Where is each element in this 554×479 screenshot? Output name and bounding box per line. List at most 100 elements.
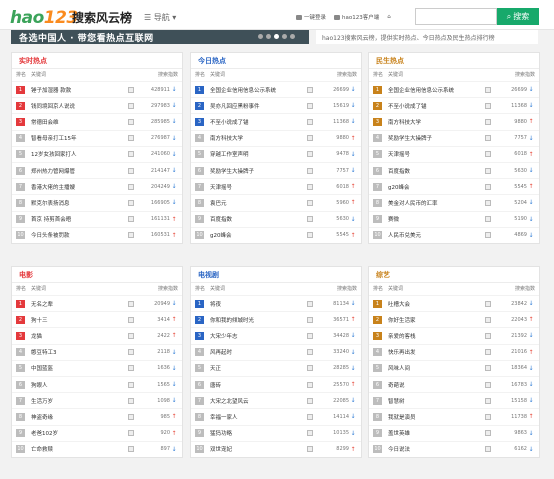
keyword-link[interactable]: 猛犸功略 — [210, 429, 307, 437]
detail-icon[interactable] — [128, 151, 134, 158]
keyword-link[interactable]: 龙猫 — [31, 332, 128, 340]
detail-icon[interactable] — [485, 102, 491, 109]
detail-icon[interactable] — [485, 86, 491, 93]
detail-icon[interactable] — [128, 199, 134, 206]
table-row[interactable]: 2 狗十三 3414 ↑ — [12, 311, 182, 327]
detail-icon[interactable] — [307, 446, 313, 453]
table-row[interactable]: 7 智慧树 15158 ↓ — [369, 392, 539, 408]
keyword-link[interactable]: 风味人间 — [388, 364, 485, 372]
keyword-link[interactable]: 盖世英雄 — [388, 429, 485, 437]
table-row[interactable]: 3 亲爱的客栈 21392 ↓ — [369, 327, 539, 343]
keyword-link[interactable]: 我就是演员 — [388, 413, 485, 421]
keyword-link[interactable]: 不至小说成了锚 — [388, 102, 485, 110]
keyword-link[interactable]: 将夜 — [210, 300, 307, 308]
keyword-link[interactable]: g20峰会 — [388, 183, 485, 191]
table-row[interactable]: 2 你好生活家 22043 ↑ — [369, 311, 539, 327]
table-row[interactable]: 6 狗眼人 1565 ↓ — [12, 375, 182, 392]
keyword-link[interactable]: 奖励学生大操牌子 — [210, 167, 307, 175]
detail-icon[interactable] — [485, 430, 491, 437]
keyword-link[interactable]: 风再起时 — [210, 348, 307, 356]
keyword-link[interactable]: 百度指数 — [388, 167, 485, 175]
keyword-link[interactable]: 老爸102岁 — [31, 429, 128, 437]
table-row[interactable]: 5 穿越工作室声明 9478 ↓ — [191, 145, 361, 162]
keyword-link[interactable]: 锤子加湿器 款款 — [31, 86, 128, 94]
keyword-link[interactable]: 吴亦凡回应黑粉事件 — [210, 102, 307, 110]
keyword-link[interactable]: 12岁女孩回家打人 — [31, 150, 128, 158]
detail-icon[interactable] — [128, 397, 134, 404]
detail-icon[interactable] — [307, 102, 313, 109]
detail-icon[interactable] — [307, 151, 313, 158]
table-row[interactable]: 10 双世宠妃 8299 ↑ — [191, 440, 361, 457]
keyword-link[interactable]: 南方科技大学 — [210, 134, 307, 142]
keyword-link[interactable]: 智看母亲打工15年 — [31, 134, 128, 142]
detail-icon[interactable] — [485, 316, 491, 323]
keyword-link[interactable]: 赛微 — [388, 215, 485, 223]
client-link[interactable]: hao123客户端 — [334, 13, 379, 21]
keyword-link[interactable]: 穿越工作室声明 — [210, 150, 307, 158]
detail-icon[interactable] — [307, 316, 313, 323]
detail-icon[interactable] — [485, 135, 491, 142]
keyword-link[interactable]: 双世宠妃 — [210, 445, 307, 453]
table-row[interactable]: 5 天津摇号 6018 ↑ — [369, 145, 539, 162]
keyword-link[interactable]: 亲爱的客栈 — [388, 332, 485, 340]
keyword-link[interactable]: 奇葩说 — [388, 381, 485, 389]
detail-icon[interactable] — [128, 316, 134, 323]
panel-title[interactable]: 实时热点 — [12, 53, 182, 69]
search-button[interactable]: ⌕ 搜索 — [497, 8, 539, 25]
panel-title[interactable]: 综艺 — [369, 267, 539, 283]
table-row[interactable]: 7 g20峰会 5545 ↑ — [369, 178, 539, 194]
detail-icon[interactable] — [485, 151, 491, 158]
detail-icon[interactable] — [485, 167, 491, 174]
table-row[interactable]: 7 大宋之北望风云 22085 ↓ — [191, 392, 361, 408]
keyword-link[interactable]: 默克尔表扬消息 — [31, 199, 128, 207]
keyword-link[interactable]: 无名之辈 — [31, 300, 128, 308]
carousel-dot[interactable] — [274, 34, 279, 39]
keyword-link[interactable]: 全国企业信用信息公示系统 — [210, 86, 307, 94]
keyword-link[interactable]: 你好生活家 — [388, 316, 485, 324]
table-row[interactable]: 9 盖世英雄 9863 ↓ — [369, 424, 539, 441]
detail-icon[interactable] — [485, 216, 491, 223]
table-row[interactable]: 2 不至小说成了锚 11368 ↓ — [369, 97, 539, 113]
table-row[interactable]: 8 袁巴元 5960 ↑ — [191, 194, 361, 210]
panel-title[interactable]: 电影 — [12, 267, 182, 283]
keyword-link[interactable]: 亡命救赎 — [31, 445, 128, 453]
keyword-link[interactable]: 神盗奇缘 — [31, 413, 128, 421]
detail-icon[interactable] — [307, 430, 313, 437]
table-row[interactable]: 8 神盗奇缘 985 ↑ — [12, 408, 182, 424]
panel-title[interactable]: 电视剧 — [191, 267, 361, 283]
detail-icon[interactable] — [485, 232, 491, 239]
table-row[interactable]: 9 猛犸功略 10135 ↓ — [191, 424, 361, 441]
keyword-link[interactable]: 天正 — [210, 364, 307, 372]
detail-icon[interactable] — [307, 397, 313, 404]
detail-icon[interactable] — [128, 86, 134, 93]
detail-icon[interactable] — [485, 118, 491, 125]
detail-icon[interactable] — [307, 349, 313, 356]
detail-icon[interactable] — [485, 365, 491, 372]
carousel-dot[interactable] — [290, 34, 295, 39]
keyword-link[interactable]: 不至小说成了锚 — [210, 118, 307, 126]
table-row[interactable]: 7 香港大佬的主播嫂 204249 ↓ — [12, 178, 182, 194]
keyword-link[interactable]: 唐砖 — [210, 381, 307, 389]
detail-icon[interactable] — [128, 300, 134, 307]
keyword-link[interactable]: 狗十三 — [31, 316, 128, 324]
keyword-link[interactable]: 郑州热力管网爆管 — [31, 167, 128, 175]
banner-carousel[interactable]: 各选中国人 · 带您看热点互联网 — [11, 30, 309, 44]
table-row[interactable]: 3 常德田会维 285985 ↓ — [12, 113, 182, 129]
detail-icon[interactable] — [307, 183, 313, 190]
detail-icon[interactable] — [307, 232, 313, 239]
detail-icon[interactable] — [485, 349, 491, 356]
table-row[interactable]: 8 幸福一家人 14114 ↓ — [191, 408, 361, 424]
keyword-link[interactable]: 美金对人民币的汇率 — [388, 199, 485, 207]
table-row[interactable]: 4 奖励学生大操牌子 7757 ↓ — [369, 129, 539, 146]
table-row[interactable]: 9 老爸102岁 920 ↑ — [12, 424, 182, 441]
keyword-link[interactable]: 天津摇号 — [388, 150, 485, 158]
detail-icon[interactable] — [307, 135, 313, 142]
detail-icon[interactable] — [485, 413, 491, 420]
detail-icon[interactable] — [485, 183, 491, 190]
keyword-link[interactable]: 钱同境回京人说说 — [31, 102, 128, 110]
table-row[interactable]: 4 快乐再出发 21016 ↑ — [369, 343, 539, 360]
table-row[interactable]: 1 吐槽大会 23842 ↓ — [369, 295, 539, 311]
detail-icon[interactable] — [128, 349, 134, 356]
detail-icon[interactable] — [307, 413, 313, 420]
table-row[interactable]: 10 今日头条被罚款 160531 ↑ — [12, 226, 182, 243]
